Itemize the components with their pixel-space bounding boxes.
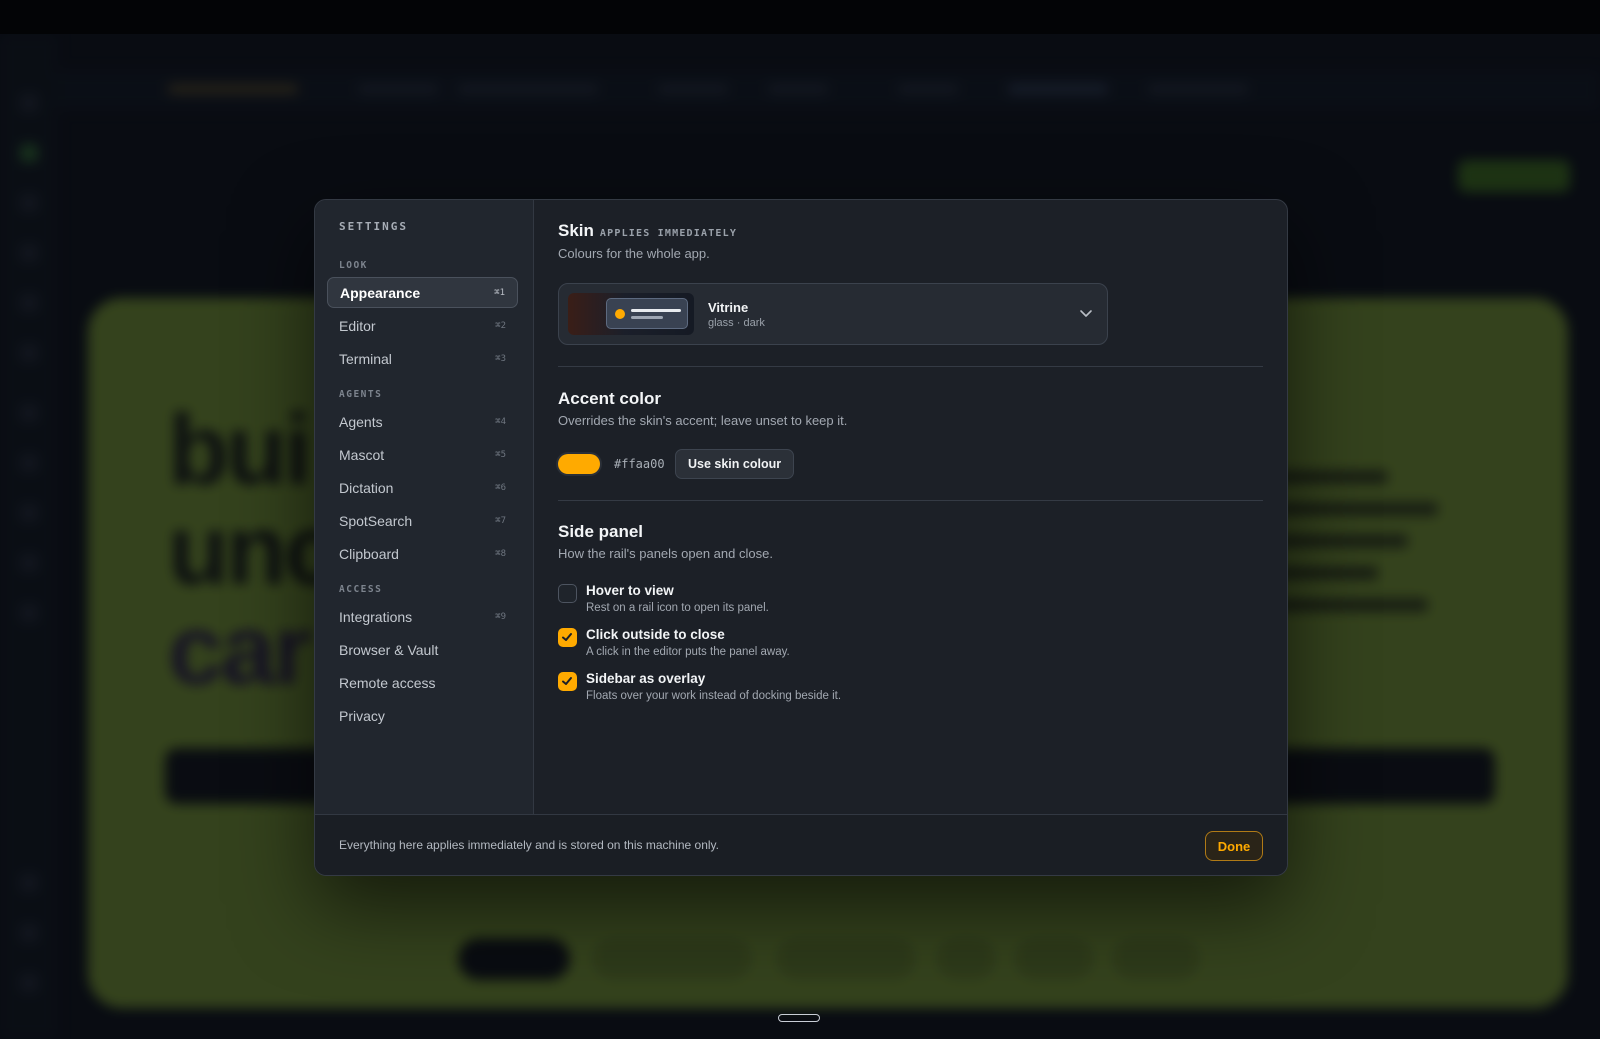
nav-item-label: Appearance xyxy=(340,284,421,301)
option-title: Click outside to close xyxy=(586,627,725,642)
nav-item-label: Mascot xyxy=(339,446,385,463)
section-divider xyxy=(558,366,1263,367)
skin-preview-line xyxy=(631,316,663,319)
nav-item-remote-access[interactable]: Remote access xyxy=(327,667,518,698)
group-label-agents: AGENTS xyxy=(339,389,383,400)
checkmark-icon xyxy=(562,633,572,641)
nav-item-label: Remote access xyxy=(339,674,436,691)
option-title: Hover to view xyxy=(586,583,674,598)
nav-item-shortcut: ⌘3 xyxy=(495,353,506,364)
nav-item-label: Editor xyxy=(339,317,376,334)
group-label-access: ACCESS xyxy=(339,584,383,595)
settings-sidebar: SETTINGS LOOK Appearance ⌘1 Editor ⌘2 Te… xyxy=(315,200,534,814)
nav-item-appearance[interactable]: Appearance ⌘1 xyxy=(327,277,518,308)
nav-item-dictation[interactable]: Dictation ⌘6 xyxy=(327,472,518,503)
section-divider xyxy=(558,500,1263,501)
nav-item-label: Integrations xyxy=(339,608,413,625)
side-panel-heading: Side panel xyxy=(558,522,644,541)
skin-preview-dot xyxy=(615,309,625,319)
nav-item-terminal[interactable]: Terminal ⌘3 xyxy=(327,343,518,374)
skin-heading: Skin APPLIES IMMEDIATELY xyxy=(558,221,737,241)
nav-item-shortcut: ⌘5 xyxy=(495,449,506,460)
settings-footer: Everything here applies immediately and … xyxy=(315,814,1287,875)
settings-title: SETTINGS xyxy=(339,220,408,233)
skin-tag: APPLIES IMMEDIATELY xyxy=(599,228,738,239)
footer-note: Everything here applies immediately and … xyxy=(339,838,719,852)
accent-color-swatch[interactable] xyxy=(558,454,600,474)
nav-item-label: SpotSearch xyxy=(339,512,413,529)
accent-hex-value: #ffaa00 xyxy=(614,457,665,471)
nav-item-label: Agents xyxy=(339,413,383,430)
option-description: Floats over your work instead of docking… xyxy=(586,690,842,702)
accent-description: Overrides the skin's accent; leave unset… xyxy=(558,413,848,428)
nav-item-mascot[interactable]: Mascot ⌘5 xyxy=(327,439,518,470)
nav-item-browser-vault[interactable]: Browser & Vault xyxy=(327,634,518,665)
option-title: Sidebar as overlay xyxy=(586,671,706,686)
nav-item-label: Terminal xyxy=(339,350,392,367)
nav-item-shortcut: ⌘4 xyxy=(495,416,506,427)
use-skin-colour-button[interactable]: Use skin colour xyxy=(675,449,795,479)
side-panel-description: How the rail's panels open and close. xyxy=(558,546,773,561)
settings-content: Skin APPLIES IMMEDIATELY Colours for the … xyxy=(534,200,1287,814)
drag-handle[interactable] xyxy=(778,1014,820,1022)
nav-item-shortcut: ⌘1 xyxy=(494,287,505,298)
option-hover-to-view[interactable]: Hover to view Rest on a rail icon to ope… xyxy=(558,582,1058,622)
skin-selected-name: Vitrine xyxy=(708,300,749,315)
group-label-look: LOOK xyxy=(339,260,368,271)
nav-item-integrations[interactable]: Integrations ⌘9 xyxy=(327,601,518,632)
option-click-outside-to-close[interactable]: Click outside to close A click in the ed… xyxy=(558,626,1058,666)
nav-item-shortcut: ⌘9 xyxy=(495,611,506,622)
skin-preview-line xyxy=(631,309,681,312)
done-button[interactable]: Done xyxy=(1205,831,1263,861)
nav-item-label: Clipboard xyxy=(339,545,399,562)
skin-select[interactable]: Vitrine glass · dark xyxy=(558,283,1108,345)
skin-selected-meta: glass · dark xyxy=(708,317,765,329)
option-description: A click in the editor puts the panel awa… xyxy=(586,646,790,658)
accent-heading: Accent color xyxy=(558,389,661,408)
option-sidebar-as-overlay[interactable]: Sidebar as overlay Floats over your work… xyxy=(558,670,1058,710)
nav-item-shortcut: ⌘8 xyxy=(495,548,506,559)
option-description: Rest on a rail icon to open its panel. xyxy=(586,602,769,614)
nav-item-shortcut: ⌘7 xyxy=(495,515,506,526)
nav-item-label: Browser & Vault xyxy=(339,641,439,658)
checkbox-hover-to-view[interactable] xyxy=(558,584,577,603)
checkmark-icon xyxy=(562,677,572,685)
nav-item-label: Dictation xyxy=(339,479,394,496)
nav-item-editor[interactable]: Editor ⌘2 xyxy=(327,310,518,341)
checkbox-click-outside-to-close[interactable] xyxy=(558,628,577,647)
checkbox-sidebar-as-overlay[interactable] xyxy=(558,672,577,691)
chevron-down-icon xyxy=(1080,310,1092,317)
nav-item-spotsearch[interactable]: SpotSearch ⌘7 xyxy=(327,505,518,536)
skin-heading-text: Skin xyxy=(558,221,594,240)
nav-item-clipboard[interactable]: Clipboard ⌘8 xyxy=(327,538,518,569)
skin-description: Colours for the whole app. xyxy=(558,246,710,261)
nav-item-shortcut: ⌘2 xyxy=(495,320,506,331)
nav-item-shortcut: ⌘6 xyxy=(495,482,506,493)
skin-preview-card xyxy=(606,298,688,329)
nav-item-label: Privacy xyxy=(339,707,385,724)
nav-item-agents[interactable]: Agents ⌘4 xyxy=(327,406,518,437)
nav-item-privacy[interactable]: Privacy xyxy=(327,700,518,731)
skin-preview-thumbnail xyxy=(568,293,694,335)
settings-modal: SETTINGS LOOK Appearance ⌘1 Editor ⌘2 Te… xyxy=(314,199,1288,876)
